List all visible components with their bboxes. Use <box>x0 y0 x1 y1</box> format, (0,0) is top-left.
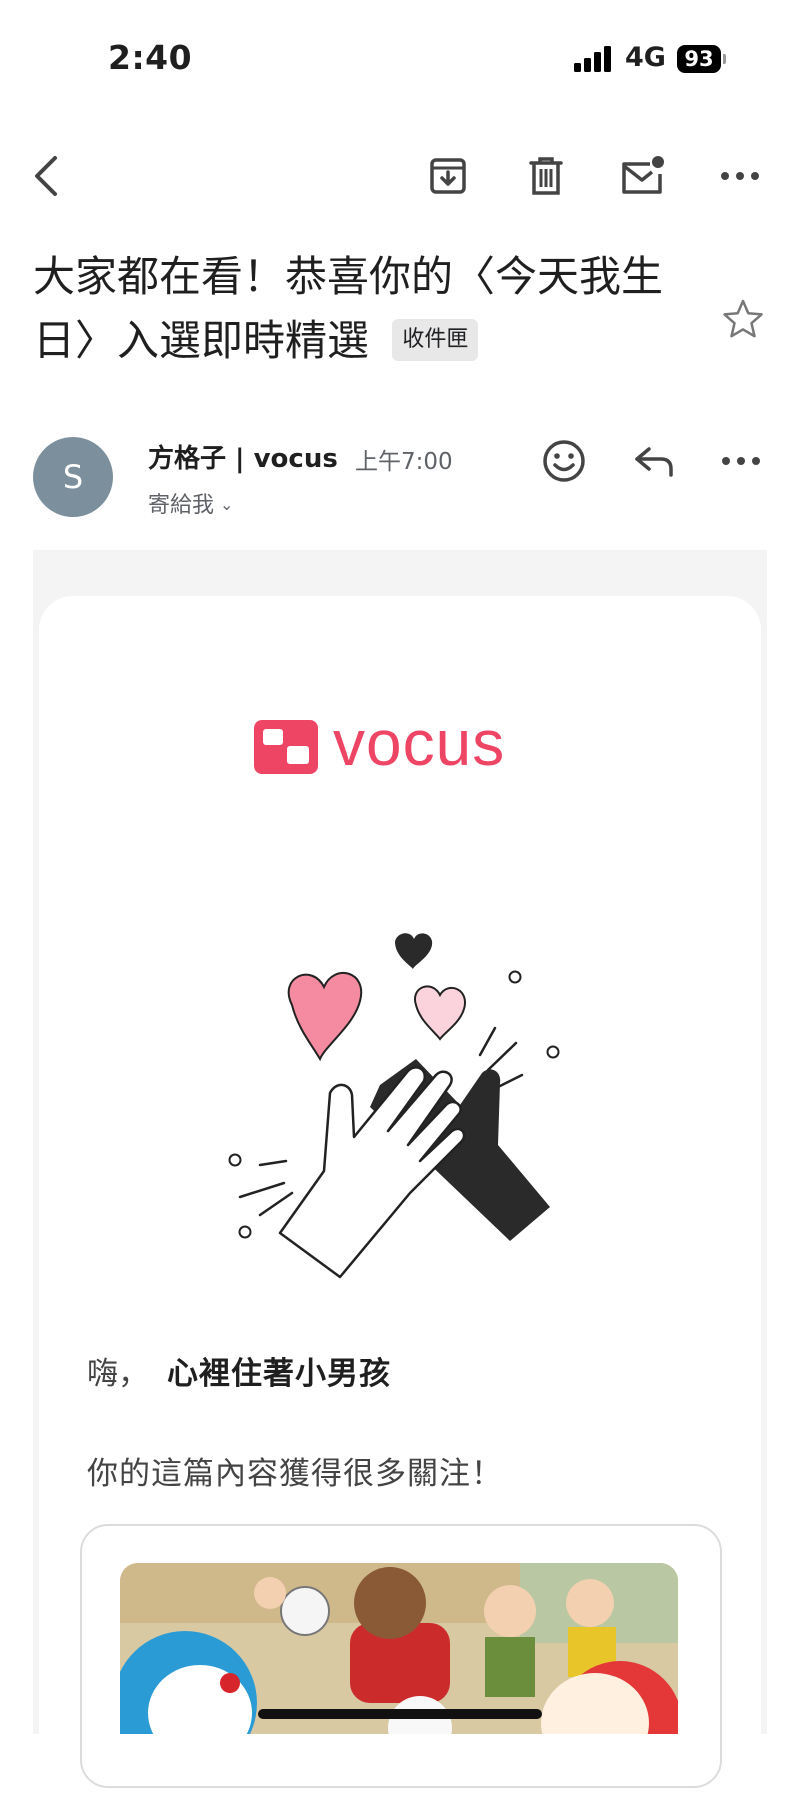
chevron-left-icon <box>35 156 57 196</box>
more-horizontal-icon <box>722 457 760 465</box>
signal-icon <box>574 46 614 72</box>
more-horizontal-icon <box>721 172 759 180</box>
inbox-label[interactable]: 收件匣 <box>392 318 479 361</box>
smiley-icon <box>543 440 585 482</box>
intro-text: 你的這篇內容獲得很多關注！ <box>87 1456 503 1492</box>
email-time: 上午7:00 <box>355 449 453 475</box>
delete-button[interactable] <box>524 154 568 198</box>
vocus-logo-text: vocus <box>333 707 506 779</box>
reply-button[interactable] <box>632 438 678 484</box>
emoji-reaction-button[interactable] <box>541 438 587 484</box>
reply-icon <box>635 447 673 477</box>
recipient-name: 心裡住著小男孩 <box>167 1356 391 1392</box>
network-type: 4G <box>625 42 666 73</box>
trash-icon <box>529 157 563 195</box>
greeting: 嗨， 心裡住著小男孩 <box>87 1348 391 1393</box>
archive-icon <box>430 158 466 194</box>
status-time: 2:40 <box>108 38 193 77</box>
email-subject: 大家都在看！恭喜你的〈今天我生日〉入選即時精選 收件匣 <box>33 245 673 373</box>
subject-text: 大家都在看！恭喜你的〈今天我生日〉入選即時精選 <box>33 252 664 365</box>
recipient-label: 寄給我 <box>148 493 215 518</box>
battery-level: 93 <box>677 45 721 73</box>
mark-unread-button[interactable] <box>620 154 664 198</box>
sender-avatar[interactable]: S <box>33 437 113 517</box>
more-button[interactable] <box>718 154 762 198</box>
home-indicator[interactable] <box>258 1709 542 1719</box>
high-five-illustration <box>220 925 580 1305</box>
battery-icon: 93 <box>677 45 726 73</box>
recipient-toggle[interactable]: 寄給我 ⌄ <box>148 487 233 519</box>
star-icon <box>723 299 763 338</box>
mark-unread-icon <box>622 156 664 194</box>
chevron-down-icon: ⌄ <box>220 495 234 514</box>
sender-more-button[interactable] <box>718 438 764 484</box>
vocus-logo-mark <box>254 720 318 774</box>
archive-button[interactable] <box>426 154 470 198</box>
star-button[interactable] <box>722 298 764 340</box>
sender-name[interactable]: 方格子 | vocus <box>148 438 338 475</box>
greeting-prefix: 嗨， <box>87 1356 149 1392</box>
back-button[interactable] <box>24 154 68 198</box>
